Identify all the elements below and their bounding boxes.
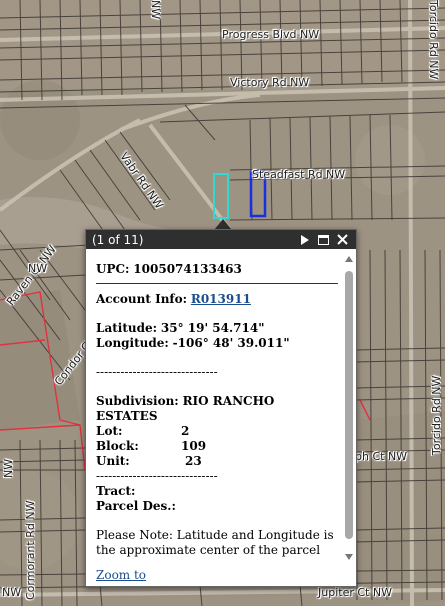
road-label-torcido-top: Torcido Rd NW (427, 0, 440, 80)
account-link[interactable]: R013911 (191, 292, 251, 306)
subdivision-label: Subdivision: (96, 394, 179, 408)
dash-separator-2: ------------------------------ (96, 469, 218, 483)
popup-titlebar: (1 of 11) (86, 230, 356, 249)
popup-actions: Zoom to (96, 568, 146, 582)
road-label-cormorant: Cormorant Rd NW (24, 500, 37, 600)
block-label: Block: (96, 439, 139, 453)
latitude-row: Latitude: 35° 19' 54.714" (96, 321, 338, 336)
block-value: 109 (181, 439, 207, 453)
scroll-up-arrow-icon[interactable] (345, 256, 353, 262)
maximize-icon[interactable] (315, 232, 331, 248)
tract-row: Tract: (96, 484, 338, 499)
coordinate-note: Please Note: Latitude and Longitude is t… (96, 528, 334, 560)
longitude-label: Longitude: (96, 336, 169, 350)
block-row: Block: 109 (96, 439, 338, 454)
upc-value: 1005074133463 (133, 262, 242, 276)
road-label-torcido-bottom: Torcido Rd NW (430, 375, 443, 455)
parcel-des-label: Parcel Des.: (96, 499, 176, 513)
map-view[interactable]: Progress Blvd NW Victory Rd NW Vabr Rd N… (0, 0, 445, 606)
road-label-nw-top: NW (149, 0, 162, 20)
dash-separator-1: ------------------------------ (96, 365, 218, 379)
zoom-to-link[interactable]: Zoom to (96, 568, 146, 582)
road-label-nw-left2: NW (2, 458, 15, 478)
account-row: Account Info: R013911 (96, 292, 338, 307)
road-label-ph-ct: ph Ct NW (355, 450, 408, 463)
upc-row: UPC: 1005074133463 (96, 262, 338, 277)
account-label: Account Info: (96, 292, 188, 306)
latitude-label: Latitude: (96, 321, 158, 335)
info-popup: (1 of 11) UPC: 1005074133463 Account Inf… (85, 229, 357, 587)
unit-label: Unit: (96, 454, 130, 468)
road-label-nw-bottom: NW (2, 586, 22, 599)
close-icon[interactable] (334, 232, 350, 248)
road-label-nw-left1: NW (28, 262, 48, 275)
longitude-value: -106° 48' 39.011" (172, 336, 290, 350)
latitude-value: 35° 19' 54.714" (160, 321, 265, 335)
popup-content[interactable]: UPC: 1005074133463 Account Info: R013911… (86, 250, 356, 560)
road-label-steadfast: Steadfast Rd NW (252, 168, 346, 181)
parcel-des-row: Parcel Des.: (96, 499, 338, 514)
lot-label: Lot: (96, 424, 123, 438)
subdivision-row: Subdivision: RIO RANCHO ESTATES (96, 394, 338, 424)
unit-row: Unit: 23 (96, 454, 338, 469)
scroll-thumb[interactable] (345, 271, 353, 539)
road-label-progress: Progress Blvd NW (222, 28, 320, 41)
road-label-jupiter: Jupiter Ct NW (318, 586, 392, 599)
unit-value: 23 (185, 454, 202, 468)
divider (96, 283, 338, 284)
lot-value: 2 (181, 424, 190, 438)
next-arrow-icon[interactable] (296, 232, 312, 248)
result-counter: (1 of 11) (92, 232, 144, 247)
road-label-victory: Victory Rd NW (230, 76, 310, 89)
tract-label: Tract: (96, 484, 136, 498)
upc-label: UPC: (96, 262, 130, 276)
lot-row: Lot: 2 (96, 424, 338, 439)
scroll-down-arrow-icon[interactable] (345, 554, 353, 560)
longitude-row: Longitude: -106° 48' 39.011" (96, 336, 338, 351)
popup-scrollbar[interactable] (344, 256, 354, 560)
